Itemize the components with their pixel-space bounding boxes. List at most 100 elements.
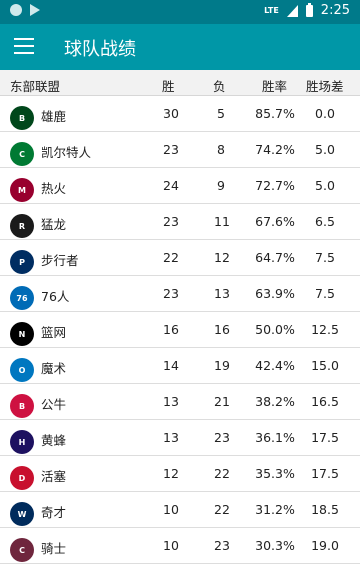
gb-cell: 18.5 [311, 502, 339, 517]
team-name: 步行者 [41, 253, 79, 268]
gb-cell: 6.5 [315, 214, 335, 229]
battery-icon [305, 2, 313, 17]
gb-cell: 7.5 [315, 286, 335, 301]
gb-cell: 12.5 [311, 322, 339, 337]
table-row[interactable]: N 篮网 16 16 50.0% 12.5 [0, 312, 360, 348]
gb-cell: 5.0 [315, 178, 335, 193]
gb-cell: 19.0 [311, 538, 339, 553]
team-name: 魔术 [41, 361, 67, 376]
table-row[interactable]: H 黄蜂 13 23 36.1% 17.5 [0, 420, 360, 456]
wins-cell: 23 [163, 286, 179, 301]
wins-cell: 13 [163, 430, 179, 445]
table-row[interactable]: D 活塞 12 22 35.3% 17.5 [0, 456, 360, 492]
magic-logo-icon: O [10, 358, 34, 382]
table-row[interactable]: B 公牛 13 21 38.2% 16.5 [0, 384, 360, 420]
pct-cell: 38.2% [255, 394, 295, 409]
losses-cell: 9 [217, 178, 225, 193]
table-row[interactable]: 76 76人 23 13 63.9% 7.5 [0, 276, 360, 312]
bulls-logo-icon: B [10, 394, 34, 418]
team-name: 凯尔特人 [41, 145, 92, 160]
losses-cell: 16 [214, 322, 230, 337]
notification-dot-icon [10, 4, 22, 16]
gb-cell: 15.0 [311, 358, 339, 373]
wins-cell: 22 [163, 250, 179, 265]
table-row[interactable]: C 骑士 10 23 30.3% 19.0 [0, 528, 360, 564]
network-type: LTE [264, 5, 279, 15]
team-name: 猛龙 [41, 217, 67, 232]
table-row[interactable]: R 猛龙 23 11 67.6% 6.5 [0, 204, 360, 240]
celtics-logo-icon: C [10, 142, 34, 166]
wins-cell: 12 [163, 466, 179, 481]
pct-cell: 31.2% [255, 502, 295, 517]
team-name: 黄蜂 [41, 433, 67, 448]
table-header: 东部联盟 胜 负 胜率 胜场差 [0, 70, 360, 96]
team-name: 篮网 [41, 325, 67, 340]
hornets-logo-icon: H [10, 430, 34, 454]
pct-cell: 36.1% [255, 430, 295, 445]
losses-cell: 12 [214, 250, 230, 265]
losses-cell: 13 [214, 286, 230, 301]
pct-cell: 64.7% [255, 250, 295, 265]
header-losses: 负 [213, 79, 226, 94]
heat-logo-icon: M [10, 178, 34, 202]
gb-cell: 0.0 [315, 106, 335, 121]
gb-cell: 5.0 [315, 142, 335, 157]
pct-cell: 30.3% [255, 538, 295, 553]
app-bar: 球队战绩 [0, 24, 360, 70]
losses-cell: 19 [214, 358, 230, 373]
table-row[interactable]: W 奇才 10 22 31.2% 18.5 [0, 492, 360, 528]
table-row[interactable]: M 热火 24 9 72.7% 5.0 [0, 168, 360, 204]
pct-cell: 67.6% [255, 214, 295, 229]
losses-cell: 23 [214, 538, 230, 553]
pct-cell: 63.9% [255, 286, 295, 301]
header-wins: 胜 [162, 79, 175, 94]
team-name: 骑士 [41, 541, 67, 556]
pacers-logo-icon: P [10, 250, 34, 274]
table-row[interactable]: C 凯尔特人 23 8 74.2% 5.0 [0, 132, 360, 168]
losses-cell: 5 [217, 106, 225, 121]
standings-list: B 雄鹿 30 5 85.7% 0.0 C 凯尔特人 23 8 74.2% 5.0 M 热火 24 9 72.7… [0, 96, 360, 564]
table-row[interactable]: B 雄鹿 30 5 85.7% 0.0 [0, 96, 360, 132]
gb-cell: 7.5 [315, 250, 335, 265]
team-name: 公牛 [41, 397, 67, 412]
gb-cell: 17.5 [311, 466, 339, 481]
wizards-logo-icon: W [10, 502, 34, 526]
pct-cell: 74.2% [255, 142, 295, 157]
pct-cell: 42.4% [255, 358, 295, 373]
sixers-logo-icon: 76 [10, 286, 34, 310]
table-row[interactable]: O 魔术 14 19 42.4% 15.0 [0, 348, 360, 384]
losses-cell: 23 [214, 430, 230, 445]
team-name: 奇才 [41, 505, 67, 520]
losses-cell: 11 [214, 214, 230, 229]
header-pct: 胜率 [262, 79, 288, 94]
team-name: 雄鹿 [41, 109, 67, 124]
wins-cell: 16 [163, 322, 179, 337]
status-bar: LTE 2:25 [0, 0, 360, 24]
team-name: 76人 [41, 289, 70, 304]
pistons-logo-icon: D [10, 466, 34, 490]
page-title: 球队战绩 [64, 39, 136, 60]
gb-cell: 16.5 [311, 394, 339, 409]
wins-cell: 14 [163, 358, 179, 373]
menu-icon[interactable] [14, 38, 34, 54]
wins-cell: 10 [163, 502, 179, 517]
wins-cell: 13 [163, 394, 179, 409]
raptors-logo-icon: R [10, 214, 34, 238]
pct-cell: 35.3% [255, 466, 295, 481]
pct-cell: 50.0% [255, 322, 295, 337]
losses-cell: 22 [214, 502, 230, 517]
pct-cell: 72.7% [255, 178, 295, 193]
header-conference: 东部联盟 [10, 79, 61, 94]
gb-cell: 17.5 [311, 430, 339, 445]
header-gb: 胜场差 [306, 79, 344, 94]
losses-cell: 8 [217, 142, 225, 157]
losses-cell: 22 [214, 466, 230, 481]
team-name: 热火 [41, 181, 67, 196]
nets-logo-icon: N [10, 322, 34, 346]
table-row[interactable]: P 步行者 22 12 64.7% 7.5 [0, 240, 360, 276]
team-name: 活塞 [41, 469, 67, 484]
wins-cell: 23 [163, 214, 179, 229]
pct-cell: 85.7% [255, 106, 295, 121]
wins-cell: 10 [163, 538, 179, 553]
play-store-icon [30, 4, 40, 16]
